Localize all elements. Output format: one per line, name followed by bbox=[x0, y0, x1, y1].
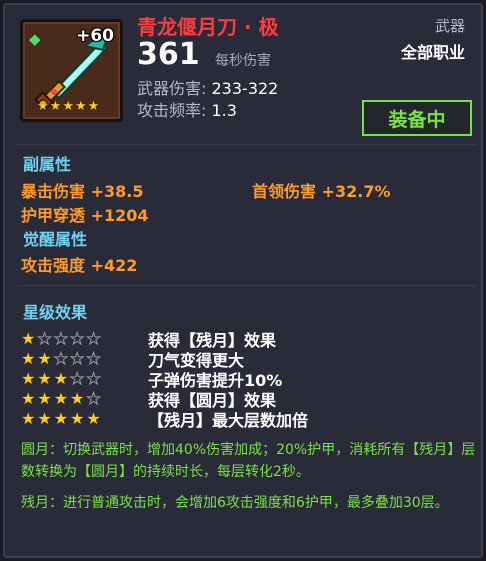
star-icon: ★ bbox=[62, 99, 74, 114]
star-icon: ★ bbox=[53, 389, 69, 408]
attack-speed-value: 1.3 bbox=[211, 101, 237, 120]
star-icon: ★ bbox=[70, 349, 85, 368]
star-effects-title: 星级效果 bbox=[23, 303, 88, 322]
dps-label: 每秒伤害 bbox=[215, 53, 271, 69]
star-icon: ★ bbox=[37, 349, 52, 368]
attack-speed-label: 攻击频率: bbox=[137, 101, 207, 120]
star-icon: ★ bbox=[37, 329, 52, 348]
sub-attr-crit-damage: 暴击伤害 +38.5 bbox=[21, 182, 144, 201]
star-icon: ★ bbox=[21, 389, 36, 408]
item-tooltip-panel: ◆ +60 ★ ★ ★ ★ ★ 青龙偃月刀 · 极 武器 全部职业 361 每秒伤害 武… bbox=[3, 3, 483, 558]
weapon-damage-stat: 武器伤害: 233-322 bbox=[137, 75, 278, 99]
star-icon: ★ bbox=[70, 369, 85, 388]
divider bbox=[17, 285, 477, 286]
weapon-damage-label: 武器伤害: bbox=[137, 79, 207, 98]
waning-moon-description: 残月：进行普通攻击时，会增加6攻击强度和6护甲，最多叠加30层。 bbox=[21, 495, 449, 511]
awaken-attr-attack: 攻击强度 +422 bbox=[21, 256, 138, 275]
star-icon: ★ bbox=[86, 389, 101, 408]
star-icon: ★ bbox=[37, 99, 49, 114]
item-job: 全部职业 bbox=[400, 43, 465, 62]
star-icon: ★ bbox=[53, 329, 69, 348]
star-rating: ★ ★ ★ ★ ★ bbox=[21, 389, 143, 408]
star-icon: ★ bbox=[53, 369, 69, 388]
star-icon: ★ bbox=[86, 409, 101, 428]
star-icon: ★ bbox=[86, 329, 101, 348]
star-icon: ★ bbox=[86, 369, 101, 388]
awaken-attr-title: 觉醒属性 bbox=[23, 230, 88, 249]
star-icon: ★ bbox=[37, 369, 52, 388]
star-icon: ★ bbox=[70, 409, 85, 428]
star-icon: ★ bbox=[53, 409, 69, 428]
star-rating: ★ ★ ★ ★ ★ bbox=[21, 411, 143, 427]
weapon-damage-value: 233-322 bbox=[211, 79, 279, 98]
enhance-level: +60 bbox=[76, 26, 114, 46]
star-effect-row: ★ ★ ★ ★ ★ 【残月】最大层数加倍 bbox=[21, 407, 308, 431]
star-icon: ★ bbox=[70, 329, 85, 348]
star-icon: ★ bbox=[49, 99, 62, 114]
divider bbox=[17, 144, 477, 145]
star-icon: ★ bbox=[87, 99, 100, 114]
star-icon: ★ bbox=[86, 349, 101, 368]
star-icon: ★ bbox=[21, 369, 36, 388]
star-icon: ★ bbox=[70, 389, 85, 408]
star-icon: ★ bbox=[21, 349, 36, 368]
star-rating: ★ ★ ★ ★ ★ bbox=[21, 329, 143, 348]
gem-icon: ◆ bbox=[29, 30, 41, 48]
star-rating: ★ ★ ★ ★ ★ bbox=[21, 349, 143, 368]
star-effect-text: 【残月】最大层数加倍 bbox=[148, 411, 309, 430]
sub-attr-title: 副属性 bbox=[23, 155, 72, 174]
star-icon: ★ bbox=[37, 389, 52, 408]
star-icon: ★ bbox=[53, 349, 69, 368]
item-name: 青龙偃月刀 · 极 bbox=[137, 15, 279, 39]
star-rating: ★ ★ ★ ★ ★ bbox=[21, 369, 143, 388]
star-icon: ★ bbox=[74, 99, 87, 114]
equip-button[interactable]: 装备中 bbox=[362, 100, 472, 136]
star-icon: ★ bbox=[21, 409, 36, 428]
icon-rarity-stars: ★ ★ ★ ★ ★ bbox=[37, 100, 99, 113]
sub-attr-armor-pen: 护甲穿透 +1204 bbox=[21, 206, 149, 225]
sub-attr-boss-damage: 首领伤害 +32.7% bbox=[252, 182, 391, 201]
item-type: 武器 bbox=[434, 17, 465, 35]
item-icon-frame[interactable]: ◆ +60 ★ ★ ★ ★ ★ bbox=[20, 19, 123, 122]
star-icon: ★ bbox=[37, 409, 52, 428]
full-moon-description: 圆月：切换武器时，增加40%伤害加成；20%护甲，消耗所有【残月】层数转换为【圆… bbox=[21, 442, 476, 480]
dps-value: 361 bbox=[137, 37, 200, 72]
star-icon: ★ bbox=[21, 329, 36, 348]
attack-speed-stat: 攻击频率: 1.3 bbox=[137, 97, 237, 121]
